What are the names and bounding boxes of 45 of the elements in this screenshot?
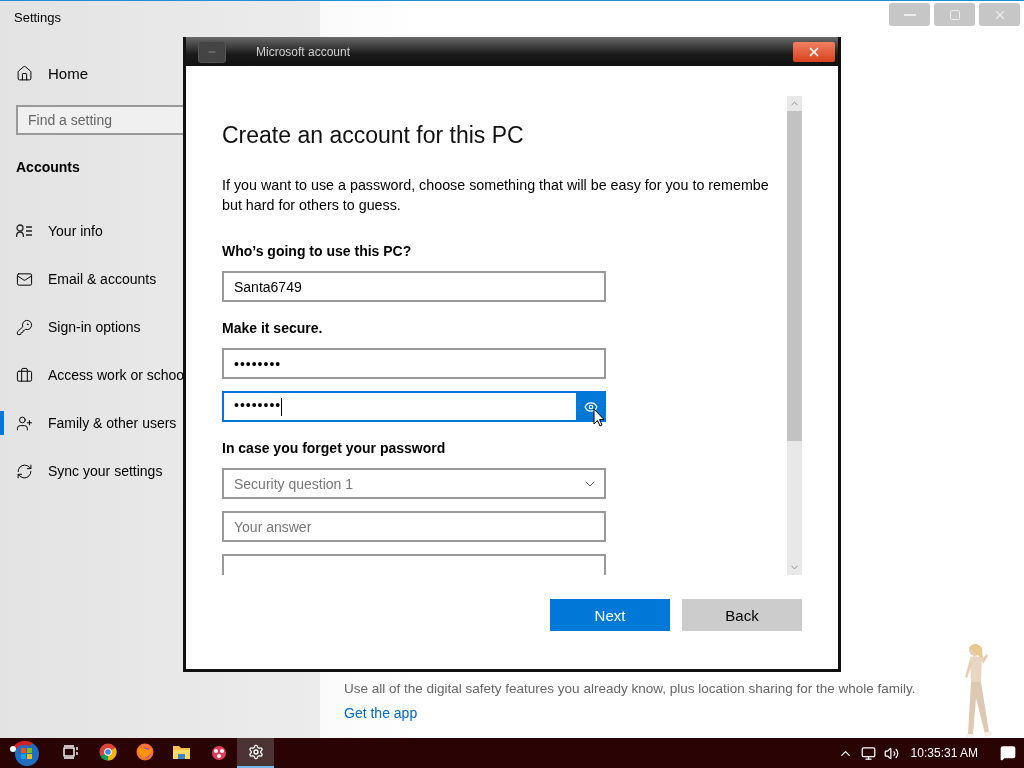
scrollbar[interactable] [787,96,802,575]
security-question-dropdown[interactable]: Security question 1 [222,468,606,499]
sync-icon [16,462,33,480]
close-button[interactable] [793,41,835,62]
firefox-icon [135,743,154,761]
maximize-icon [948,8,961,21]
text-field[interactable]: Santa6749 [222,271,606,302]
minimize-icon [903,13,916,16]
cursor-icon [593,408,605,427]
home-icon [16,64,33,82]
dialog-heading: Create an account for this PC [222,122,525,149]
briefcase-icon [16,366,33,384]
clock[interactable]: 10:35:31 AM [910,746,978,760]
app-icon [209,743,228,761]
volume-icon [883,745,899,761]
folder-icon [172,744,191,760]
settings-icon [247,744,264,760]
get-app-link[interactable]: Get the app [344,705,418,721]
field-label: Who’s going to use this PC? [222,243,413,259]
eye-icon [584,399,598,414]
selection-bar [0,411,4,435]
task-view-icon [62,745,79,759]
description-line: If you want to use a password, choose something that will be easy for you to remembe [222,176,770,195]
next-button[interactable]: Next [550,599,670,631]
person-card-icon [16,224,33,238]
person-plus-icon [16,414,33,432]
window-title: Settings [14,10,61,25]
taskbar-button[interactable] [237,738,274,768]
chrome-icon [98,743,117,761]
back-button[interactable]: Back [682,599,802,631]
network-icon [860,745,876,761]
description-line: but hard for others to guess. [222,196,402,215]
key-icon [16,318,33,336]
password-field[interactable]: •••••••• [222,348,606,379]
field-label: In case you forget your password [222,440,447,456]
section-heading: Accounts [16,159,80,175]
mail-icon [16,270,33,288]
notification-icon[interactable] [1000,745,1016,761]
search-field[interactable]: Find a setting [16,105,183,135]
field-label: Make it secure. [222,320,324,336]
description-text: Use all of the digital safety features you already know, plus location sharing for the whole family. [344,681,917,696]
text-field[interactable]: Your answer [222,511,606,542]
scroll-thumb[interactable] [787,111,802,441]
password-field[interactable]: •••••••• [222,391,606,422]
dialog-title: Microsoft account [256,44,351,59]
